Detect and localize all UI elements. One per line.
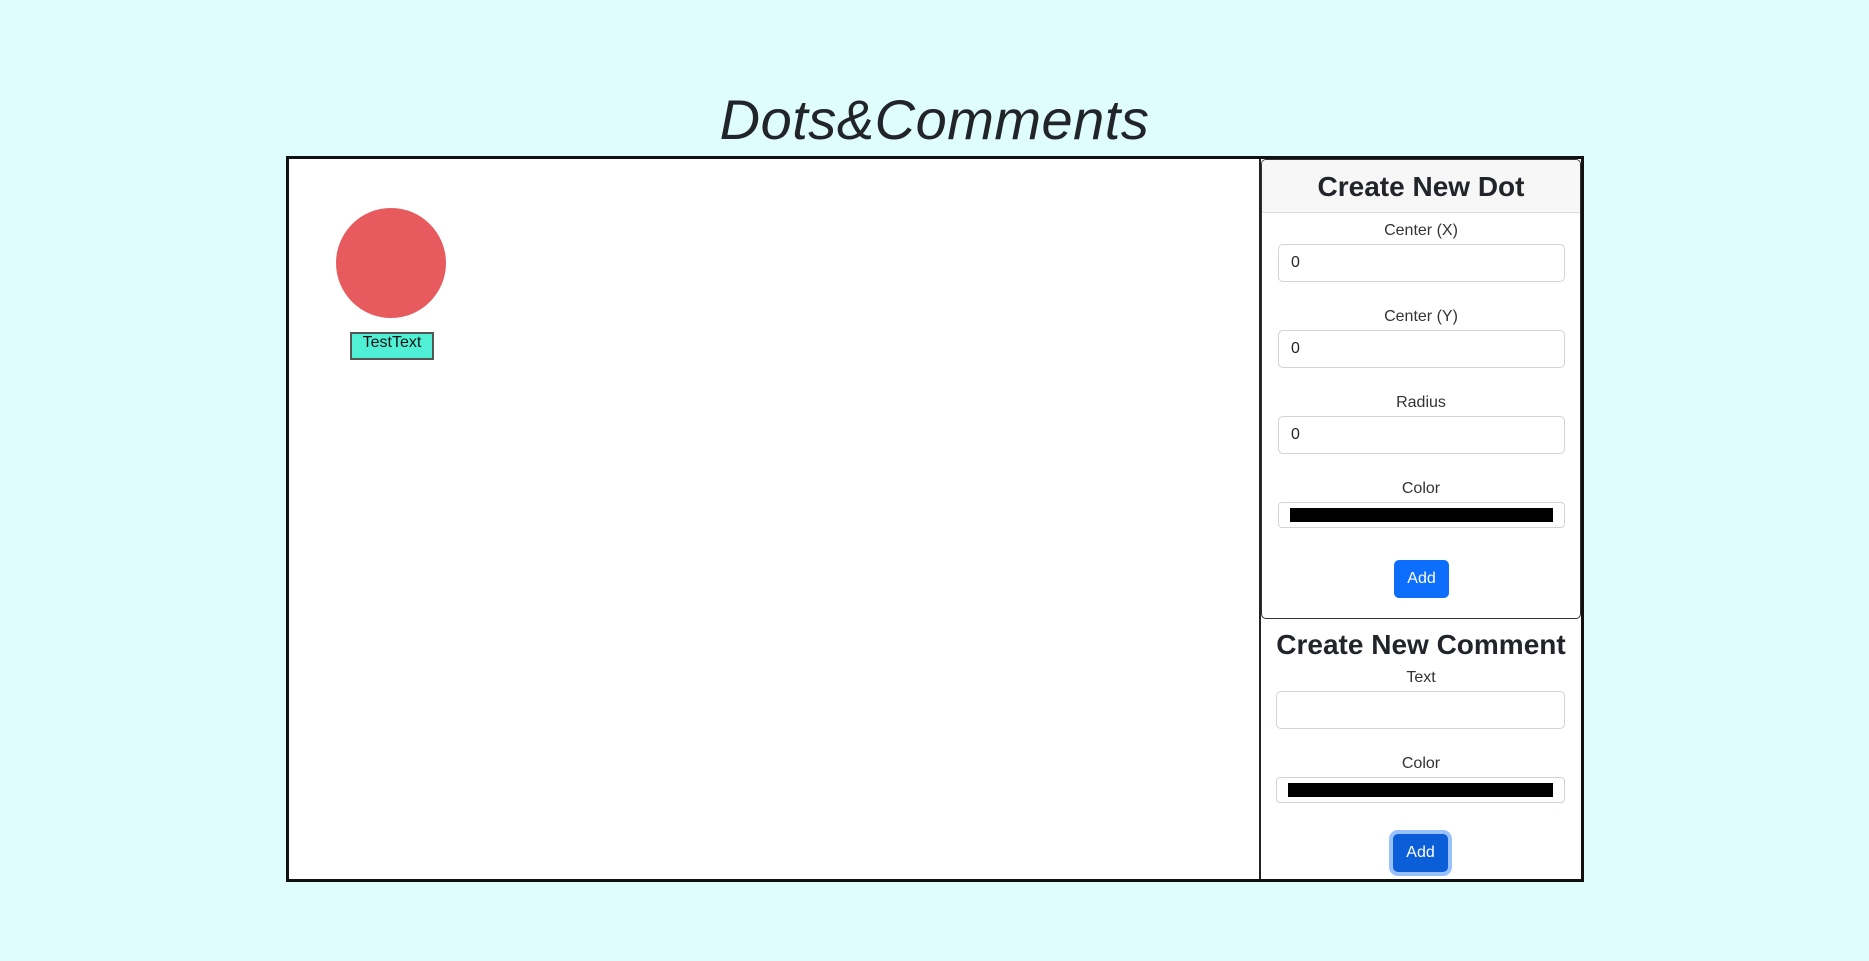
comment-color-swatch <box>1288 783 1553 797</box>
center-y-input[interactable]: 0 <box>1278 330 1565 368</box>
comment-label[interactable]: TestText <box>350 332 434 360</box>
comment-text-label: Text <box>1406 669 1436 686</box>
radius-input[interactable]: 0 <box>1278 416 1565 454</box>
comment-text-input[interactable] <box>1276 691 1565 729</box>
dot-color-picker[interactable] <box>1278 502 1565 528</box>
dot-color-swatch <box>1290 508 1553 522</box>
create-dot-card: Create New Dot Center (X) 0 Center (Y) 0… <box>1261 159 1581 619</box>
add-dot-button[interactable]: Add <box>1394 560 1449 598</box>
page-title: Dots&Comments <box>719 88 1150 151</box>
board: TestText Create New Dot Center (X) 0 Cen… <box>286 156 1584 882</box>
dot-color-label: Color <box>1401 480 1441 497</box>
dots-canvas[interactable]: TestText <box>289 159 1261 879</box>
comment-color-label: Color <box>1401 755 1441 772</box>
center-x-label: Center (X) <box>1384 222 1458 239</box>
dot[interactable] <box>336 208 446 318</box>
center-y-label: Center (Y) <box>1384 308 1458 325</box>
create-comment-section: Create New Comment Text Color Add <box>1261 619 1581 879</box>
add-comment-button[interactable]: Add <box>1393 834 1448 872</box>
create-comment-title: Create New Comment <box>1276 629 1566 660</box>
radius-label: Radius <box>1396 394 1446 411</box>
create-dot-title: Create New Dot <box>1262 160 1580 213</box>
comment-color-picker[interactable] <box>1276 777 1565 803</box>
center-x-input[interactable]: 0 <box>1278 244 1565 282</box>
